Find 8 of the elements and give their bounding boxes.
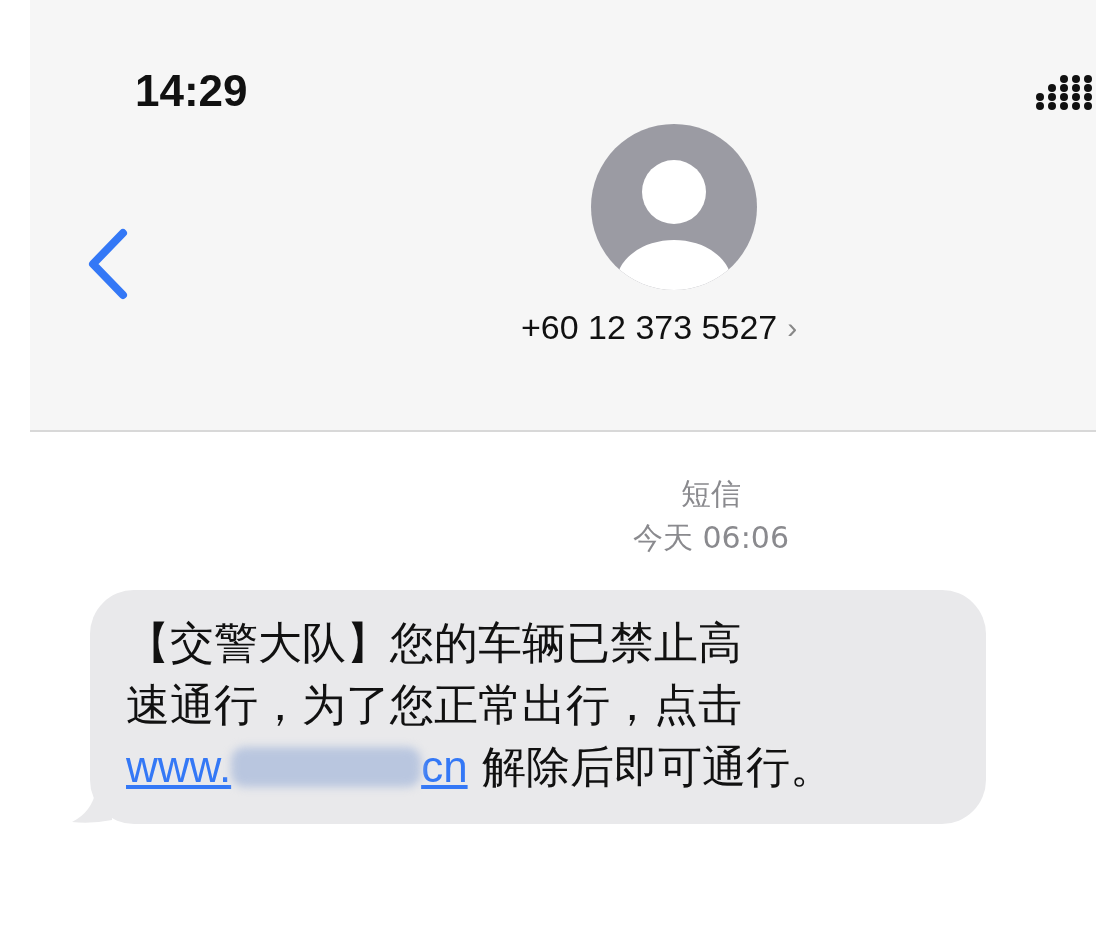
status-time: 14:29 — [135, 66, 248, 116]
contact-number[interactable]: +60 12 373 5527 › — [521, 308, 798, 347]
message-text: 【交警大队】您的车辆已禁止高 — [126, 616, 743, 670]
message-text: 解除后即可通行。 — [481, 740, 834, 794]
message-service: 短信 — [681, 475, 741, 513]
message-timestamp: 今天 06:06 — [633, 519, 789, 557]
avatar-icon[interactable] — [591, 124, 758, 290]
message-text: 速通行，为了您正常出行，点击 — [126, 678, 743, 732]
